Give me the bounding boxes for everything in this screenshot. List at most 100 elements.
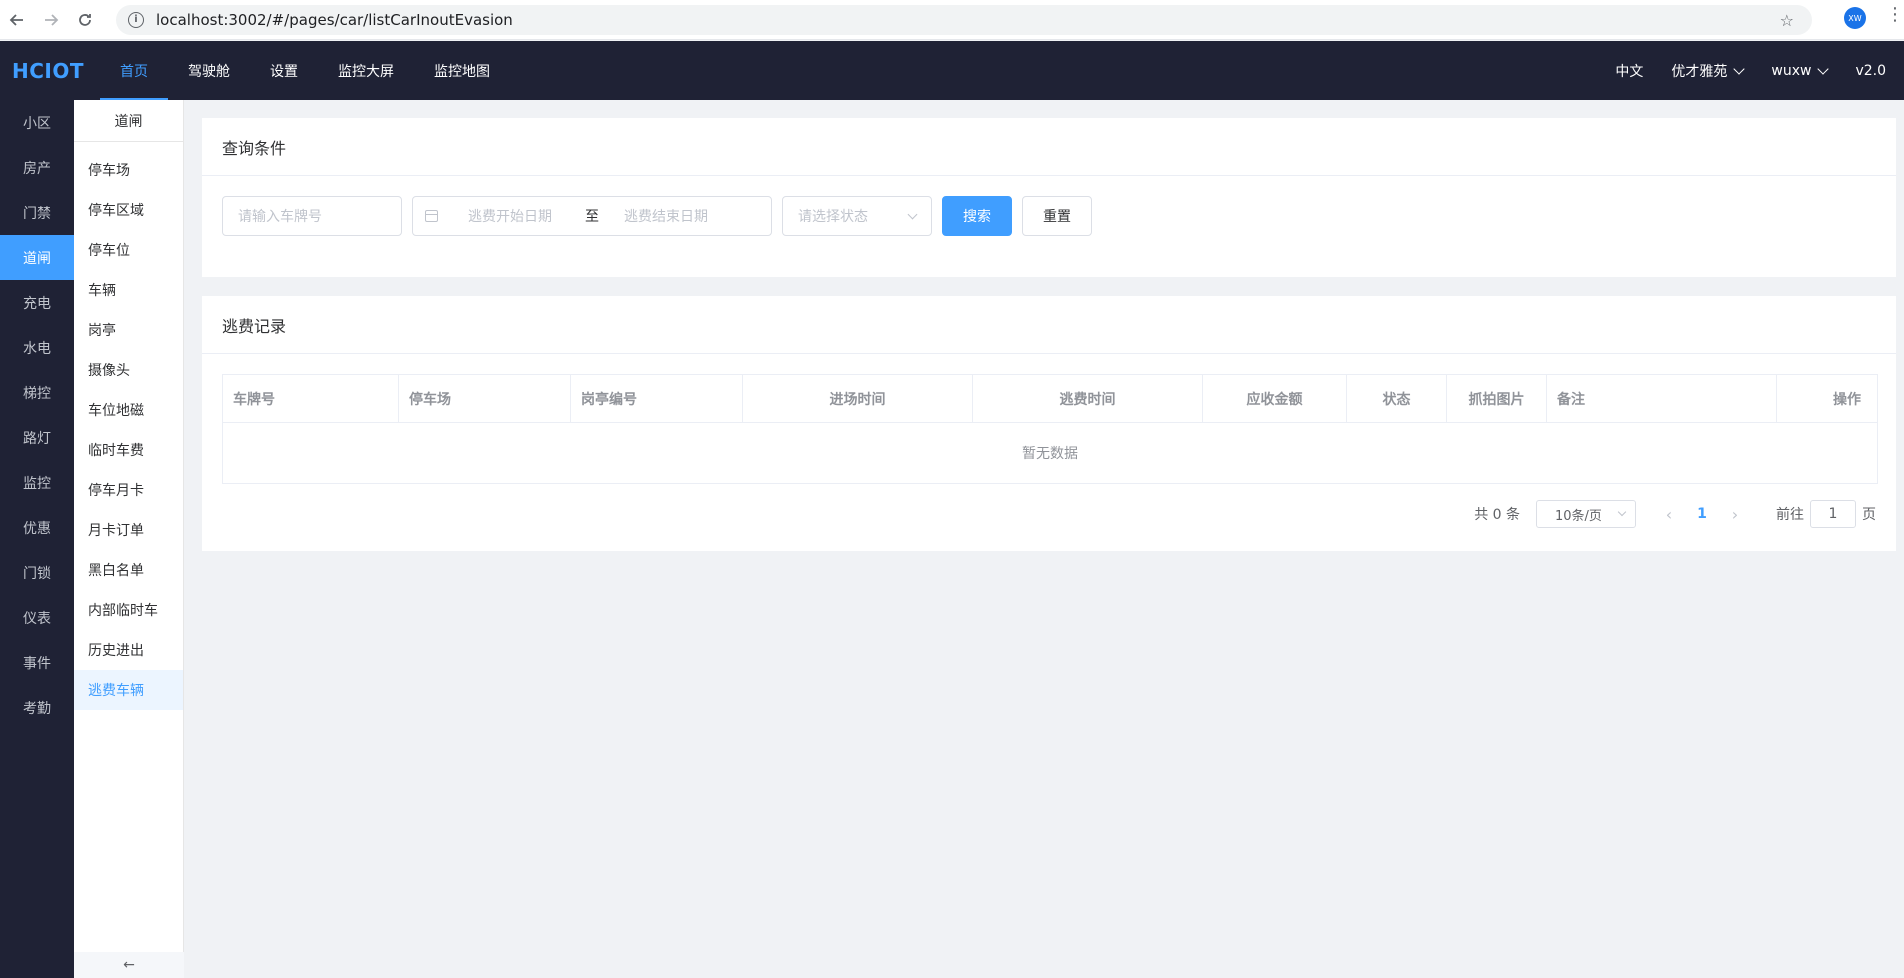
prev-page-icon[interactable]: ‹ xyxy=(1654,505,1684,524)
top-nav-settings[interactable]: 设置 xyxy=(250,41,318,100)
menu-item-parking-area[interactable]: 停车区域 xyxy=(74,190,183,230)
menu-item-temp-fee[interactable]: 临时车费 xyxy=(74,430,183,470)
reload-icon[interactable] xyxy=(68,3,102,37)
sidebar-item-discount[interactable]: 优惠 xyxy=(0,505,74,550)
menu-item-monthly-card[interactable]: 停车月卡 xyxy=(74,470,183,510)
records-card: 逃费记录 车牌号 停车场 岗亭编号 进场时间 逃费时间 应收金额 状态 抓拍图片 备注 操作 暂无… xyxy=(202,296,1896,551)
chevron-down-icon xyxy=(1617,507,1627,517)
table-header-cell: 停车场 xyxy=(399,375,571,422)
menu-item-internal-temp[interactable]: 内部临时车 xyxy=(74,590,183,630)
address-bar[interactable]: i localhost:3002/#/pages/car/listCarInou… xyxy=(116,5,1812,35)
records-table: 车牌号 停车场 岗亭编号 进场时间 逃费时间 应收金额 状态 抓拍图片 备注 操作 暂无数据 xyxy=(222,374,1878,484)
forward-icon[interactable] xyxy=(34,3,68,37)
table-header-cell: 岗亭编号 xyxy=(571,375,743,422)
table-header-cell: 应收金额 xyxy=(1203,375,1347,422)
sidebar-item-utilities[interactable]: 水电 xyxy=(0,325,74,370)
sidebar-item-attendance[interactable]: 考勤 xyxy=(0,685,74,730)
query-card-title: 查询条件 xyxy=(202,118,1896,176)
query-form: 请输入车牌号 逃费开始日期 至 逃费结束日期 请选择状态 搜索 重置 xyxy=(222,196,1092,236)
next-page-icon[interactable]: › xyxy=(1720,505,1750,524)
secondary-menu: 停车场 停车区域 停车位 车辆 岗亭 摄像头 车位地磁 临时车费 停车月卡 月卡… xyxy=(74,150,183,710)
header-right: 中文 优才雅苑 wuxw v2.0 xyxy=(1615,41,1904,100)
reset-button[interactable]: 重置 xyxy=(1022,196,1092,236)
sidebar-item-community[interactable]: 小区 xyxy=(0,100,74,145)
menu-item-history-inout[interactable]: 历史进出 xyxy=(74,630,183,670)
menu-item-camera[interactable]: 摄像头 xyxy=(74,350,183,390)
table-header-cell: 抓拍图片 xyxy=(1447,375,1547,422)
menu-item-booth[interactable]: 岗亭 xyxy=(74,310,183,350)
top-nav: 首页 驾驶舱 设置 监控大屏 监控地图 xyxy=(100,41,510,100)
sidebar-item-property[interactable]: 房产 xyxy=(0,145,74,190)
menu-item-vehicle[interactable]: 车辆 xyxy=(74,270,183,310)
menu-item-space-sensor[interactable]: 车位地磁 xyxy=(74,390,183,430)
site-info-icon[interactable]: i xyxy=(128,12,144,28)
url-text: localhost:3002/#/pages/car/listCarInoutE… xyxy=(156,11,513,29)
sidebar-item-charging[interactable]: 充电 xyxy=(0,280,74,325)
top-nav-cockpit[interactable]: 驾驶舱 xyxy=(168,41,250,100)
browser-menu-icon[interactable]: ⋮ xyxy=(1886,6,1904,24)
sidebar-item-event[interactable]: 事件 xyxy=(0,640,74,685)
query-card: 查询条件 请输入车牌号 逃费开始日期 至 逃费结束日期 请选择状态 搜索 重置 xyxy=(202,118,1896,277)
language-label: 中文 xyxy=(1615,63,1644,80)
user-dropdown[interactable]: wuxw xyxy=(1771,62,1830,79)
primary-sidebar: 小区 房产 门禁 道闸 充电 水电 梯控 路灯 监控 优惠 门锁 仪表 事件 考… xyxy=(0,100,74,978)
page-number-current[interactable]: 1 xyxy=(1684,506,1720,522)
chevron-down-icon xyxy=(907,209,918,219)
sidebar-item-barrier[interactable]: 道闸 xyxy=(0,235,74,280)
sidebar-item-elevator[interactable]: 梯控 xyxy=(0,370,74,415)
goto-page-input[interactable]: 1 xyxy=(1810,500,1856,528)
menu-item-parking-space[interactable]: 停车位 xyxy=(74,230,183,270)
bookmark-star-icon[interactable]: ☆ xyxy=(1780,11,1794,30)
status-select[interactable]: 请选择状态 xyxy=(782,196,932,236)
top-nav-monitor-screen[interactable]: 监控大屏 xyxy=(318,41,414,100)
calendar-icon xyxy=(425,210,438,222)
menu-item-fee-evasion[interactable]: 逃费车辆 xyxy=(74,670,183,710)
sidebar-item-lock[interactable]: 门锁 xyxy=(0,550,74,595)
sidebar-item-streetlight[interactable]: 路灯 xyxy=(0,415,74,460)
records-card-title: 逃费记录 xyxy=(202,296,1896,354)
profile-avatar[interactable]: XW xyxy=(1844,7,1866,29)
chevron-down-icon xyxy=(1817,62,1830,75)
page-size-label: 10条/页 xyxy=(1555,508,1602,524)
app-header: HCIOT 首页 驾驶舱 设置 监控大屏 监控地图 中文 优才雅苑 wuxw v… xyxy=(0,41,1904,100)
date-range-picker[interactable]: 逃费开始日期 至 逃费结束日期 xyxy=(412,196,772,236)
table-header-cell: 状态 xyxy=(1347,375,1447,422)
plate-input[interactable]: 请输入车牌号 xyxy=(222,196,402,236)
range-separator: 至 xyxy=(585,209,599,225)
secondary-sidebar: 道闸 停车场 停车区域 停车位 车辆 岗亭 摄像头 车位地磁 临时车费 停车月卡… xyxy=(74,100,184,978)
table-header: 车牌号 停车场 岗亭编号 进场时间 逃费时间 应收金额 状态 抓拍图片 备注 操作 xyxy=(223,375,1877,423)
plate-placeholder: 请输入车牌号 xyxy=(238,209,322,225)
chevron-down-icon xyxy=(1733,62,1746,75)
menu-item-black-white-list[interactable]: 黑白名单 xyxy=(74,550,183,590)
community-label: 优才雅苑 xyxy=(1671,63,1728,80)
pagination: 共 0 条 10条/页 ‹ 1 › 前往 1 页 xyxy=(1474,500,1876,528)
start-date-input[interactable]: 逃费开始日期 xyxy=(468,206,578,226)
goto-label: 前往 xyxy=(1776,507,1804,523)
top-nav-monitor-map[interactable]: 监控地图 xyxy=(414,41,510,100)
sidebar-item-monitor[interactable]: 监控 xyxy=(0,460,74,505)
browser-toolbar: i localhost:3002/#/pages/car/listCarInou… xyxy=(0,0,1904,40)
menu-item-parking-lot[interactable]: 停车场 xyxy=(74,150,183,190)
status-placeholder: 请选择状态 xyxy=(798,209,868,225)
back-icon[interactable] xyxy=(0,3,34,37)
end-date-input[interactable]: 逃费结束日期 xyxy=(624,206,708,226)
app-logo[interactable]: HCIOT xyxy=(0,59,86,83)
pagination-total: 共 0 条 xyxy=(1474,507,1520,523)
table-header-cell: 车牌号 xyxy=(223,375,399,422)
search-button[interactable]: 搜索 xyxy=(942,196,1012,236)
arrow-left-icon[interactable]: ← xyxy=(74,952,184,978)
table-header-cell: 操作 xyxy=(1833,391,1861,408)
menu-item-card-orders[interactable]: 月卡订单 xyxy=(74,510,183,550)
sidebar-item-meter[interactable]: 仪表 xyxy=(0,595,74,640)
page-size-select[interactable]: 10条/页 xyxy=(1536,500,1636,528)
table-empty-text: 暂无数据 xyxy=(1022,446,1078,462)
table-header-cell: 逃费时间 xyxy=(973,375,1203,422)
top-nav-home[interactable]: 首页 xyxy=(100,41,168,100)
secondary-sidebar-title: 道闸 xyxy=(74,100,183,142)
page-jump: 前往 1 页 xyxy=(1776,500,1876,528)
table-header-cell: 备注 xyxy=(1547,375,1777,422)
community-dropdown[interactable]: 优才雅苑 xyxy=(1671,61,1746,81)
goto-suffix: 页 xyxy=(1862,507,1876,523)
language-switch[interactable]: 中文 xyxy=(1615,61,1643,81)
sidebar-item-access[interactable]: 门禁 xyxy=(0,190,74,235)
